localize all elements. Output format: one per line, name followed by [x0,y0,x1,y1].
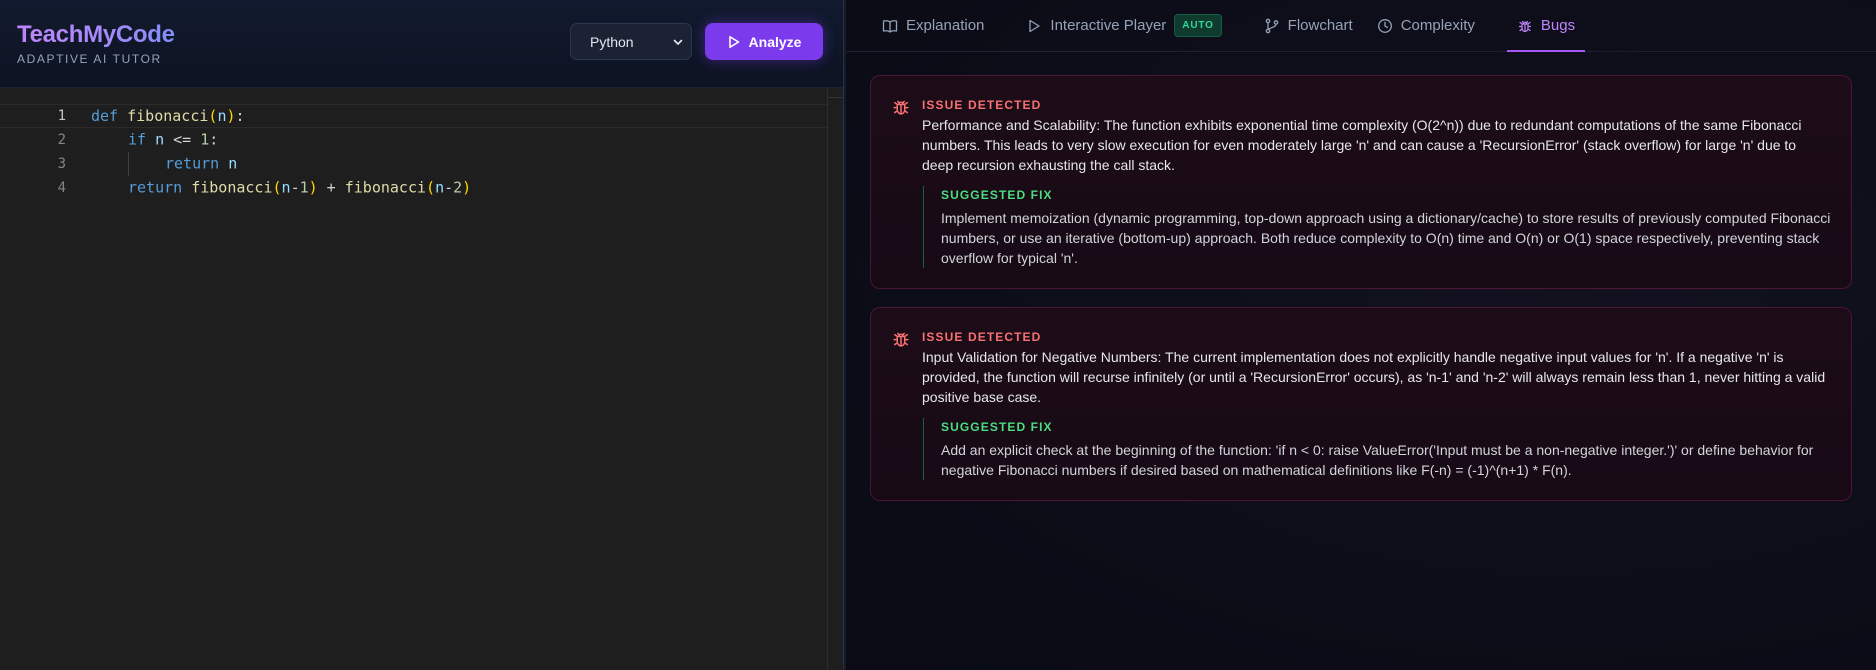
code-text: return fibonacci(n-1) + fibonacci(n-2) [128,178,472,197]
auto-badge: AUTO [1174,14,1222,37]
app-root: TeachMyCode ADAPTIVE AI TUTOR Python Ana… [0,0,1876,670]
code-line[interactable]: 2 if n <= 1: [0,128,827,152]
code-text: def fibonacci(n): [91,107,245,125]
suggested-fix: SUGGESTED FIX Add an explicit check at t… [923,418,1831,480]
line-number: 4 [57,180,66,196]
line-number: 1 [57,108,66,124]
tab-interactive-player[interactable]: Interactive Player AUTO [1016,0,1231,51]
bug-icon [1518,20,1531,32]
top-bar: TeachMyCode ADAPTIVE AI TUTOR Python Ana… [0,0,843,88]
clock-icon [1377,18,1392,33]
brand: TeachMyCode ADAPTIVE AI TUTOR [17,21,175,66]
issue-description: Input Validation for Negative Numbers: T… [922,349,1826,405]
editor-scrollbar[interactable] [827,88,843,670]
code-text: return n [91,152,237,176]
editor-pane: TeachMyCode ADAPTIVE AI TUTOR Python Ana… [0,0,843,670]
bug-icon [893,100,909,115]
analysis-pane: Explanation Interactive Player AUTO Flow… [846,0,1876,670]
tab-flowchart[interactable]: Flowchart [1254,0,1363,51]
fix-description: Implement memoization (dynamic programmi… [941,210,1831,266]
tab-label: Flowchart [1287,17,1353,34]
code-editor[interactable]: 1 def fibonacci(n): 2 if n <= 1: 3 retur… [0,88,843,670]
code-line[interactable]: 4 return fibonacci(n-1) + fibonacci(n-2) [0,176,827,200]
analyze-button[interactable]: Analyze [705,23,823,60]
issue-card: ISSUE DETECTED Performance and Scalabili… [870,75,1852,289]
brand-subtitle: ADAPTIVE AI TUTOR [17,52,162,66]
issue-body: ISSUE DETECTED Input Validation for Nega… [922,327,1831,480]
language-select[interactable]: Python [570,23,692,60]
book-open-icon [882,19,898,33]
tab-label: Explanation [906,17,985,34]
line-number: 3 [57,156,66,172]
code-line[interactable]: 1 def fibonacci(n): [0,104,827,128]
code-lines: 1 def fibonacci(n): 2 if n <= 1: 3 retur… [0,104,827,200]
chevron-down-icon [673,39,683,45]
editor-scrollbar-top [827,88,843,98]
tab-label: Complexity [1400,17,1475,34]
fix-label: SUGGESTED FIX [941,188,1053,202]
issue-label: ISSUE DETECTED [922,98,1042,112]
issue-body: ISSUE DETECTED Performance and Scalabili… [922,95,1831,268]
tab-label: Bugs [1540,17,1576,34]
code-line[interactable]: 3 return n [0,152,827,176]
git-branch-icon [1265,18,1279,33]
language-select-value: Python [590,33,634,50]
tab-label: Interactive Player [1050,17,1167,34]
tab-complexity[interactable]: Complexity [1367,0,1485,51]
fix-label: SUGGESTED FIX [941,420,1053,434]
suggested-fix: SUGGESTED FIX Implement memoization (dyn… [923,186,1831,268]
issue-label: ISSUE DETECTED [922,330,1042,344]
bug-icon [893,332,909,347]
tab-explanation[interactable]: Explanation [872,0,994,51]
play-icon [728,35,739,48]
tab-bar: Explanation Interactive Player AUTO Flow… [846,0,1876,52]
brand-title: TeachMyCode [17,21,175,48]
issue-description: Performance and Scalability: The functio… [922,117,1802,173]
fix-description: Add an explicit check at the beginning o… [941,442,1814,478]
bugs-list: ISSUE DETECTED Performance and Scalabili… [846,52,1876,501]
code-text: if n <= 1: [128,130,219,149]
analyze-button-label: Analyze [748,33,802,50]
tab-bugs[interactable]: Bugs [1506,0,1586,52]
line-number: 2 [57,132,66,148]
toolbar-controls: Python Analyze [570,23,823,60]
play-icon [1029,19,1041,32]
issue-card: ISSUE DETECTED Input Validation for Nega… [870,307,1852,501]
